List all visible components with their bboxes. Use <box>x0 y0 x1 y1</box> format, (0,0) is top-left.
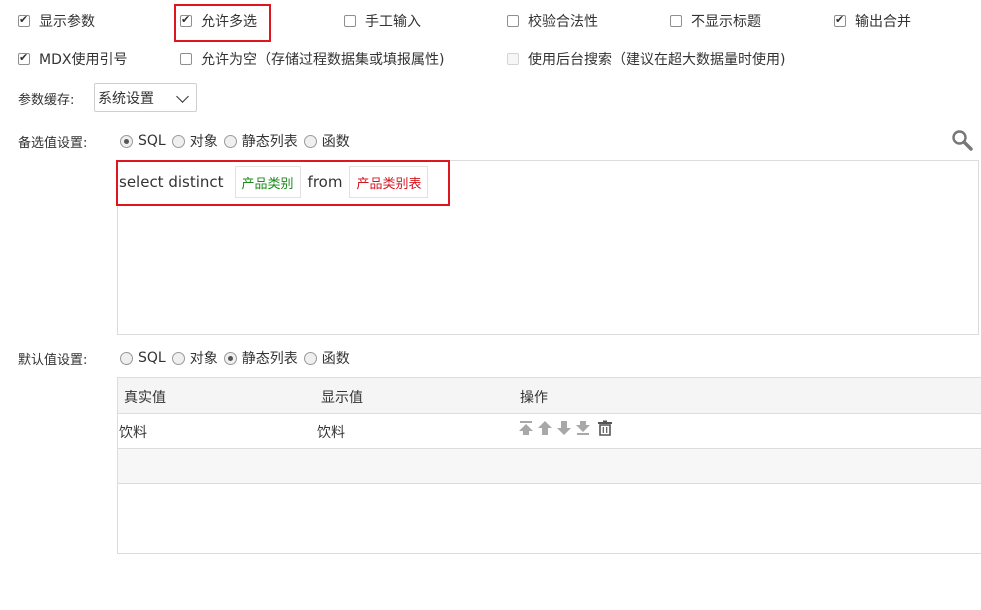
radio-label: 函数 <box>321 351 350 367</box>
checkbox-validate[interactable]: 校验合法性 <box>507 10 598 32</box>
radio-object[interactable]: 对象 <box>171 131 218 151</box>
radio-label: SQL <box>138 350 166 366</box>
checkbox-box[interactable] <box>18 13 30 27</box>
sql-editor[interactable]: select distinct 产品类别 from 产品类别表 <box>117 160 979 335</box>
move-down-icon[interactable] <box>556 420 572 436</box>
checkbox-allow-empty[interactable]: 允许为空（存储过程数据集或填报属性) <box>180 48 444 70</box>
sql-statement: select distinct 产品类别 from 产品类别表 <box>118 166 435 198</box>
checkbox-box[interactable] <box>670 15 682 27</box>
sql-keyword-select: select distinct <box>119 173 224 191</box>
row-actions <box>518 420 613 436</box>
radio-dot[interactable] <box>303 351 317 365</box>
sql-keyword-from: from <box>307 173 343 191</box>
sql-field-chip[interactable]: 产品类别 <box>234 166 301 198</box>
radio-dot[interactable] <box>303 134 317 148</box>
checkbox-label: 允许多选 <box>201 14 257 30</box>
chevron-down-icon <box>176 90 189 103</box>
default-radio-group: SQL 对象 静态列表 函数 <box>120 347 356 369</box>
checkbox-show-params[interactable]: 显示参数 <box>18 10 95 32</box>
default-values-table: 真实值 显示值 操作 饮料 饮料 <box>117 377 981 554</box>
default-label: 默认值设置: <box>18 353 88 368</box>
radio-static-list[interactable]: 静态列表 <box>223 131 298 151</box>
radio-sql[interactable]: SQL <box>120 350 166 366</box>
table-row[interactable]: 饮料 饮料 <box>118 414 981 449</box>
checkbox-box[interactable] <box>344 15 356 27</box>
radio-label: 函数 <box>321 134 350 150</box>
column-header-display: 显示值 <box>321 390 363 406</box>
column-header-real: 真实值 <box>124 390 166 406</box>
checkbox-allow-multiselect[interactable]: 允许多选 <box>180 10 257 32</box>
checkbox-label: 手工输入 <box>365 14 421 30</box>
radio-label: 对象 <box>189 351 218 367</box>
search-icon[interactable] <box>951 129 973 151</box>
checkbox-manual-input[interactable]: 手工输入 <box>344 10 421 32</box>
checkbox-box[interactable] <box>507 15 519 27</box>
checkbox-label: 输出合并 <box>855 14 911 30</box>
checkbox-label: 显示参数 <box>39 14 95 30</box>
trash-icon[interactable] <box>597 420 613 436</box>
radio-object[interactable]: 对象 <box>171 348 218 368</box>
checkbox-box[interactable] <box>180 53 192 65</box>
radio-dot[interactable] <box>120 351 133 365</box>
radio-label: 对象 <box>189 134 218 150</box>
param-cache-value: 系统设置 <box>98 90 154 107</box>
checkbox-backend-search[interactable]: 使用后台搜索（建议在超大数据量时使用) <box>507 48 785 70</box>
checkbox-box[interactable] <box>834 13 846 27</box>
checkbox-box[interactable] <box>18 51 30 65</box>
radio-sql[interactable]: SQL <box>120 133 166 149</box>
candidate-label: 备选值设置: <box>18 136 88 151</box>
radio-dot[interactable] <box>171 351 185 365</box>
move-bottom-icon[interactable] <box>575 420 591 436</box>
checkbox-mdx-quotes[interactable]: MDX使用引号 <box>18 48 127 70</box>
radio-label: 静态列表 <box>241 351 298 367</box>
sql-table-chip[interactable]: 产品类别表 <box>349 166 429 198</box>
checkbox-label: 不显示标题 <box>691 14 761 30</box>
param-cache-select[interactable]: 系统设置 <box>94 83 197 112</box>
radio-dot[interactable] <box>223 351 237 365</box>
checkbox-label: 使用后台搜索（建议在超大数据量时使用) <box>528 52 786 68</box>
column-header-actions: 操作 <box>520 390 548 406</box>
checkbox-box[interactable] <box>507 53 519 65</box>
move-top-icon[interactable] <box>518 420 534 436</box>
radio-dot[interactable] <box>171 134 185 148</box>
radio-dot[interactable] <box>223 134 237 148</box>
table-row-empty <box>118 449 981 484</box>
candidate-radio-group: SQL 对象 静态列表 函数 <box>120 130 356 152</box>
checkbox-output-merge[interactable]: 输出合并 <box>834 10 911 32</box>
checkbox-label: MDX使用引号 <box>39 52 128 68</box>
radio-label: 静态列表 <box>241 134 298 150</box>
checkbox-label: 校验合法性 <box>528 14 598 30</box>
radio-static-list[interactable]: 静态列表 <box>223 348 298 368</box>
checkbox-hide-title[interactable]: 不显示标题 <box>670 10 761 32</box>
radio-label: SQL <box>138 133 166 149</box>
cell-real-value[interactable]: 饮料 <box>119 422 147 442</box>
table-header: 真实值 显示值 操作 <box>118 378 981 414</box>
radio-dot[interactable] <box>120 134 133 148</box>
checkbox-box[interactable] <box>180 13 192 27</box>
param-cache-label: 参数缓存: <box>18 93 75 108</box>
radio-function[interactable]: 函数 <box>303 131 350 151</box>
checkbox-label: 允许为空（存储过程数据集或填报属性) <box>201 52 445 68</box>
move-up-icon[interactable] <box>537 420 553 436</box>
radio-function[interactable]: 函数 <box>303 348 350 368</box>
cell-display-value[interactable]: 饮料 <box>317 422 345 442</box>
